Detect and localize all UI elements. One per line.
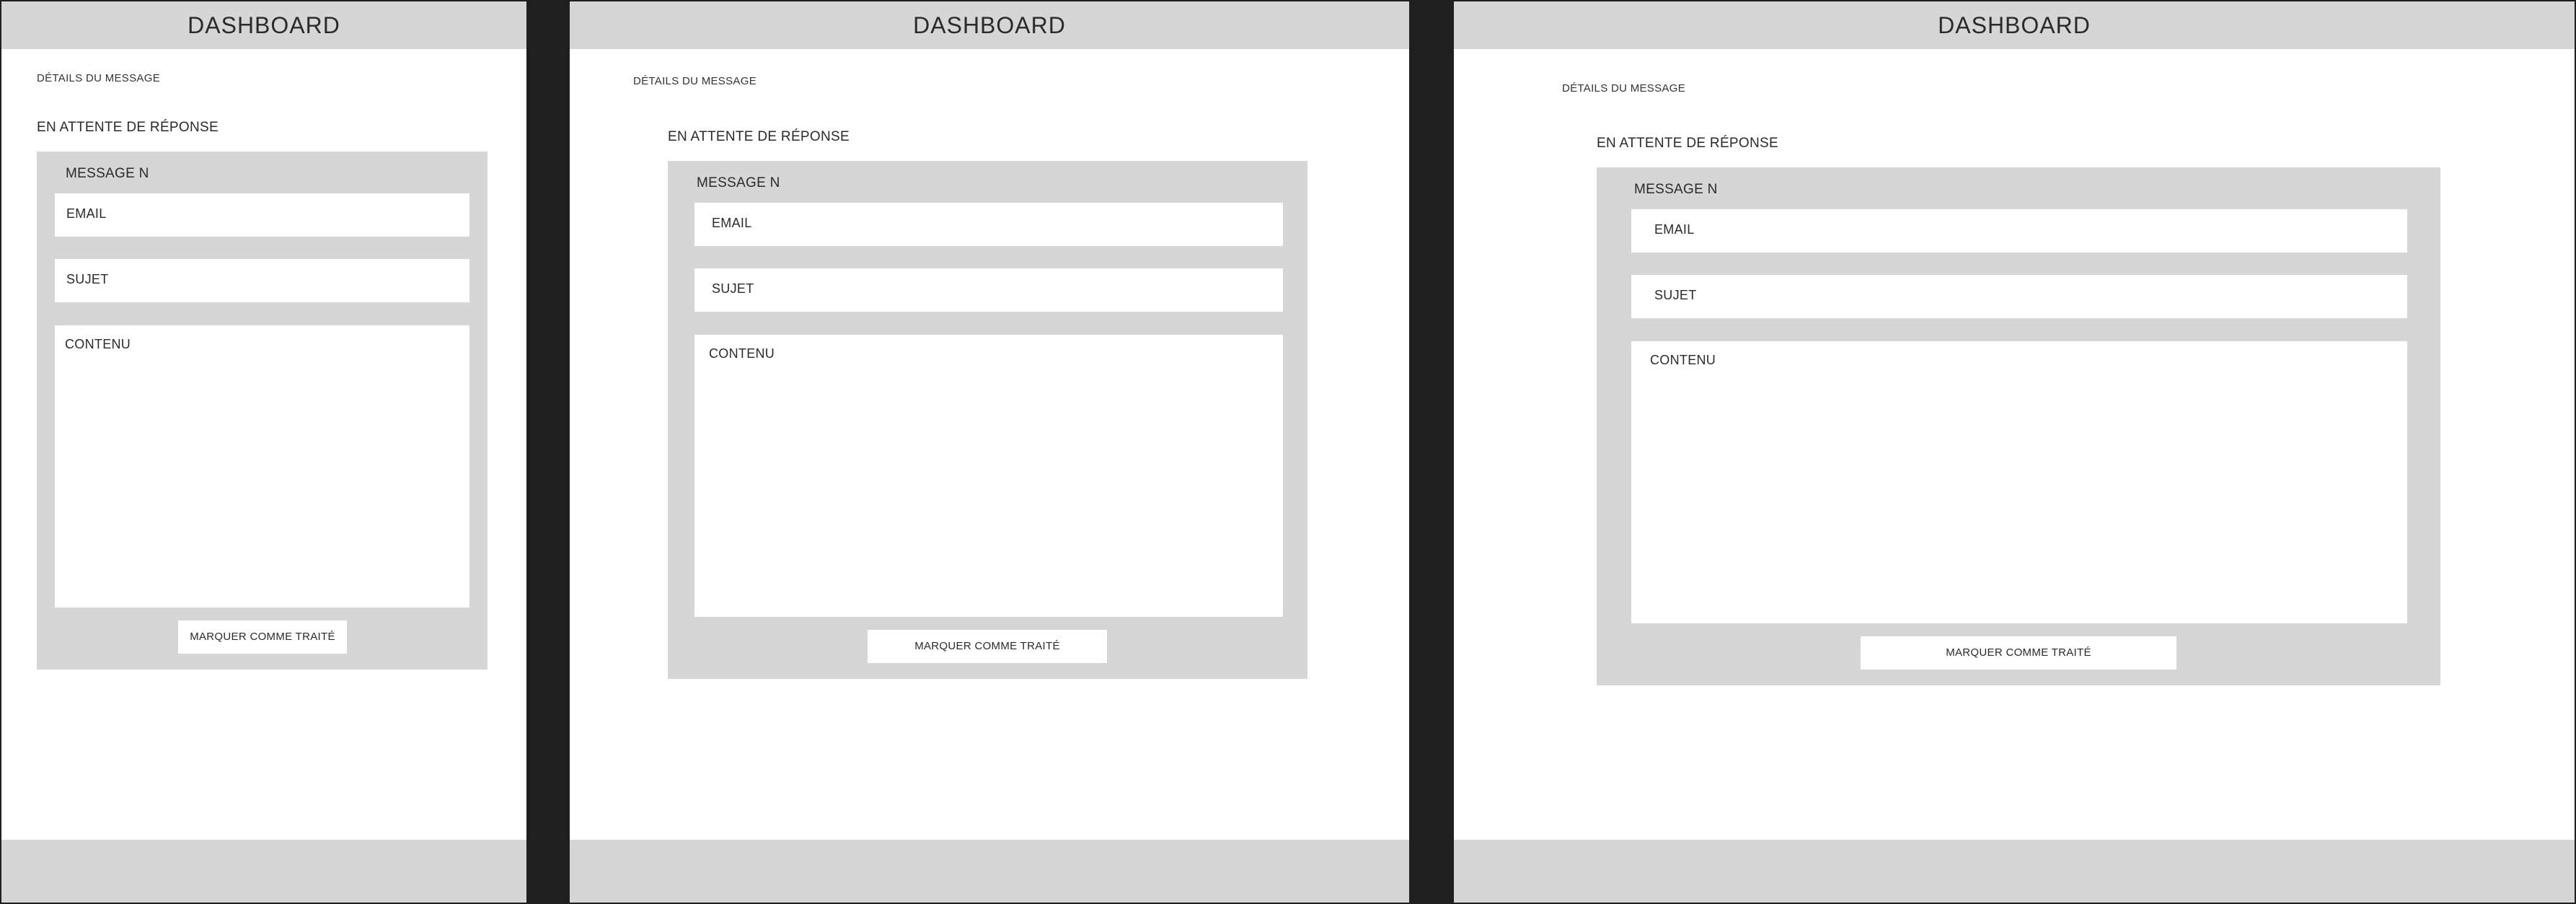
- email-field[interactable]: EMAIL: [1631, 209, 2407, 253]
- subject-field[interactable]: SUJET: [694, 268, 1283, 312]
- subject-field[interactable]: SUJET: [55, 259, 469, 302]
- header: DASHBOARD: [1454, 1, 2575, 49]
- subject-label: SUJET: [1654, 288, 1697, 302]
- content-field[interactable]: CONTENU: [55, 325, 469, 607]
- mark-done-button[interactable]: MARQUER COMME TRAITÉ: [1861, 636, 2176, 670]
- footer: [1, 840, 526, 903]
- footer: [570, 840, 1409, 903]
- message-panel: MESSAGE N EMAIL SUJET CONTENU MARQUER CO…: [37, 152, 488, 670]
- status-label: EN ATTENTE DE RÉPONSE: [1597, 136, 1778, 151]
- mark-done-button[interactable]: MARQUER COMME TRAITÉ: [868, 630, 1107, 663]
- content-field[interactable]: CONTENU: [1631, 341, 2407, 623]
- status-label: EN ATTENTE DE RÉPONSE: [37, 120, 219, 135]
- email-field[interactable]: EMAIL: [694, 203, 1283, 246]
- header-title: DASHBOARD: [913, 12, 1066, 38]
- subject-field[interactable]: SUJET: [1631, 275, 2407, 318]
- mockup-canvas: DASHBOARD DÉTAILS DU MESSAGE EN ATTENTE …: [0, 0, 2576, 904]
- email-field[interactable]: EMAIL: [55, 193, 469, 237]
- header: DASHBOARD: [1, 1, 526, 49]
- header: DASHBOARD: [570, 1, 1409, 49]
- message-title: MESSAGE N: [1634, 182, 1718, 197]
- mark-done-button[interactable]: MARQUER COMME TRAITÉ: [178, 620, 347, 654]
- header-title: DASHBOARD: [1938, 12, 2091, 38]
- message-title: MESSAGE N: [697, 175, 780, 190]
- header-title: DASHBOARD: [188, 12, 340, 38]
- breadcrumb[interactable]: DÉTAILS DU MESSAGE: [1562, 82, 1685, 95]
- email-label: EMAIL: [712, 216, 752, 230]
- content-label: CONTENU: [65, 337, 131, 351]
- subject-label: SUJET: [712, 281, 754, 296]
- breadcrumb[interactable]: DÉTAILS DU MESSAGE: [633, 75, 757, 87]
- footer: [1454, 840, 2575, 903]
- content-label: CONTENU: [709, 346, 775, 361]
- content-label: CONTENU: [1650, 353, 1716, 367]
- message-title: MESSAGE N: [66, 166, 149, 181]
- tablet-screen: DASHBOARD DÉTAILS DU MESSAGE EN ATTENTE …: [570, 1, 1409, 903]
- message-panel: MESSAGE N EMAIL SUJET CONTENU MARQUER CO…: [1597, 167, 2440, 685]
- content-field[interactable]: CONTENU: [694, 335, 1283, 617]
- message-panel: MESSAGE N EMAIL SUJET CONTENU MARQUER CO…: [668, 161, 1307, 679]
- subject-label: SUJET: [66, 272, 109, 286]
- mobile-screen: DASHBOARD DÉTAILS DU MESSAGE EN ATTENTE …: [1, 1, 526, 903]
- email-label: EMAIL: [1654, 222, 1695, 237]
- email-label: EMAIL: [66, 206, 107, 221]
- desktop-screen: DASHBOARD DÉTAILS DU MESSAGE EN ATTENTE …: [1454, 1, 2575, 903]
- breadcrumb[interactable]: DÉTAILS DU MESSAGE: [37, 72, 160, 84]
- status-label: EN ATTENTE DE RÉPONSE: [668, 129, 850, 144]
